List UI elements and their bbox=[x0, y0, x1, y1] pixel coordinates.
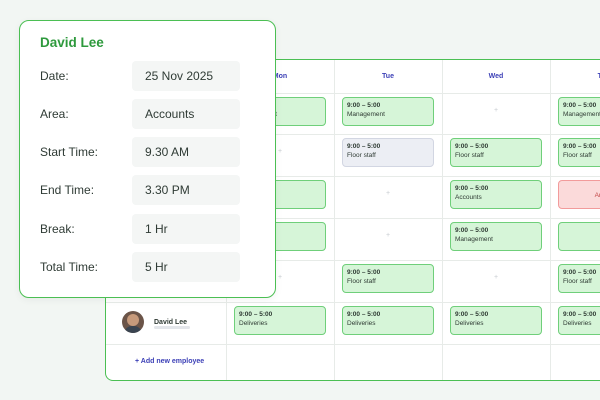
shift-time: 9:00 – 5:00 bbox=[347, 269, 381, 276]
day-header-thu: Thu bbox=[550, 60, 600, 93]
shift-role: Management bbox=[455, 236, 493, 243]
shift-cell[interactable]: 9:00 – 5:00 Floor staff bbox=[558, 138, 600, 167]
add-employee-link[interactable]: + Add new employee bbox=[135, 358, 204, 365]
shift-role: Floor staff bbox=[563, 152, 592, 159]
end-time-value[interactable]: 3.30 PM bbox=[132, 175, 240, 205]
shift-time: 9:00 – 5:00 bbox=[347, 311, 381, 318]
shift-role: Management bbox=[347, 111, 385, 118]
grid-divider bbox=[106, 344, 600, 345]
add-shift-plus-icon[interactable]: + bbox=[491, 107, 501, 114]
shift-cell[interactable]: 9:00 – 5:00 Deliveries bbox=[234, 306, 326, 335]
add-shift-plus-icon[interactable]: + bbox=[491, 274, 501, 281]
shift-role: Floor staff bbox=[563, 278, 592, 285]
day-header-wed: Wed bbox=[488, 73, 504, 80]
shift-cell[interactable]: 9:00 – 5:00 Management bbox=[558, 97, 600, 126]
date-label: Date: bbox=[40, 69, 69, 83]
shift-time: 9:00 – 5:00 bbox=[347, 102, 381, 109]
shift-cell[interactable]: 9:00 – 5:00 Floor staff bbox=[450, 138, 542, 167]
shift-cell[interactable]: 9:00 – 5:00 Deliveries bbox=[450, 306, 542, 335]
shift-role: Floor staff bbox=[347, 278, 376, 285]
shift-role: Deliveries bbox=[239, 320, 268, 327]
shift-role: Deliveries bbox=[563, 320, 592, 327]
total-time-label: Total Time: bbox=[40, 260, 99, 274]
shift-time: 9:00 – 5:00 bbox=[563, 311, 597, 318]
total-time-value[interactable]: 5 Hr bbox=[132, 252, 240, 282]
grid-divider bbox=[550, 60, 551, 380]
shift-time: 9:00 – 5:00 bbox=[455, 185, 489, 192]
avatar bbox=[122, 311, 144, 333]
shift-time: 9:00 – 5:00 bbox=[563, 269, 597, 276]
shift-role: Accounts bbox=[455, 194, 482, 201]
detail-row-area: Area: Accounts bbox=[40, 99, 240, 129]
detail-row-break: Break: 1 Hr bbox=[40, 214, 240, 244]
shift-role: Floor staff bbox=[455, 152, 484, 159]
add-shift-plus-icon[interactable]: + bbox=[383, 190, 393, 197]
grid-divider bbox=[442, 60, 443, 380]
leave-label: Annua bbox=[594, 192, 600, 199]
employee-row-header[interactable]: David Lee bbox=[122, 311, 187, 333]
grid-divider bbox=[106, 302, 600, 303]
break-label: Break: bbox=[40, 222, 75, 236]
end-time-label: End Time: bbox=[40, 183, 95, 197]
detail-row-date: Date: 25 Nov 2025 bbox=[40, 61, 240, 91]
shift-details-card: David Lee Date: 25 Nov 2025 Area: Accoun… bbox=[19, 20, 276, 298]
detail-row-total-time: Total Time: 5 Hr bbox=[40, 252, 240, 282]
shift-cell[interactable]: 9:00 – 5:00 Floor staff bbox=[342, 138, 434, 167]
shift-role: Deliveries bbox=[455, 320, 484, 327]
shift-time: 9:00 – 5:00 bbox=[455, 143, 489, 150]
leave-cell[interactable]: Annua bbox=[558, 180, 600, 209]
add-shift-plus-icon[interactable]: + bbox=[275, 148, 285, 155]
shift-time: 9:00 – 5:00 bbox=[239, 311, 273, 318]
shift-time: 9:00 – 5:00 bbox=[347, 143, 381, 150]
detail-row-end-time: End Time: 3.30 PM bbox=[40, 175, 240, 205]
shift-time: 9:00 – 5:00 bbox=[563, 102, 597, 109]
shift-cell[interactable]: 9:00 – 5:00 Deliveries bbox=[558, 306, 600, 335]
shift-role: Floor staff bbox=[347, 152, 376, 159]
area-label: Area: bbox=[40, 107, 69, 121]
employee-name-title: David Lee bbox=[40, 35, 104, 50]
break-value[interactable]: 1 Hr bbox=[132, 214, 240, 244]
shift-time: 9:00 – 5:00 bbox=[563, 143, 597, 150]
shift-cell[interactable]: 9:00 – 5:00 Floor staff bbox=[558, 264, 600, 293]
detail-row-start-time: Start Time: 9.30 AM bbox=[40, 137, 240, 167]
grid-divider bbox=[334, 60, 335, 380]
shift-role: Management bbox=[563, 111, 600, 118]
date-value[interactable]: 25 Nov 2025 bbox=[132, 61, 240, 91]
start-time-value[interactable]: 9.30 AM bbox=[132, 137, 240, 167]
shift-time: 9:00 – 5:00 bbox=[455, 311, 489, 318]
area-value[interactable]: Accounts bbox=[132, 99, 240, 129]
shift-cell[interactable]: 9:00 – 5:00 Floor staff bbox=[342, 264, 434, 293]
employee-name: David Lee bbox=[154, 318, 188, 326]
shift-cell[interactable]: 9:00 – 5:00 Accounts bbox=[450, 180, 542, 209]
shift-cell[interactable]: 9:00 – 5:00 Deliveries bbox=[342, 306, 434, 335]
employee-subtitle-placeholder bbox=[154, 326, 190, 329]
shift-cell[interactable] bbox=[558, 222, 600, 251]
shift-time: 9:00 – 5:00 bbox=[455, 227, 489, 234]
day-header-tue: Tue bbox=[382, 73, 394, 80]
add-shift-plus-icon[interactable]: + bbox=[275, 274, 285, 281]
shift-role: Deliveries bbox=[347, 320, 376, 327]
start-time-label: Start Time: bbox=[40, 145, 99, 159]
add-shift-plus-icon[interactable]: + bbox=[383, 232, 393, 239]
shift-cell[interactable]: 9:00 – 5:00 Management bbox=[342, 97, 434, 126]
shift-cell[interactable]: 9:00 – 5:00 Management bbox=[450, 222, 542, 251]
